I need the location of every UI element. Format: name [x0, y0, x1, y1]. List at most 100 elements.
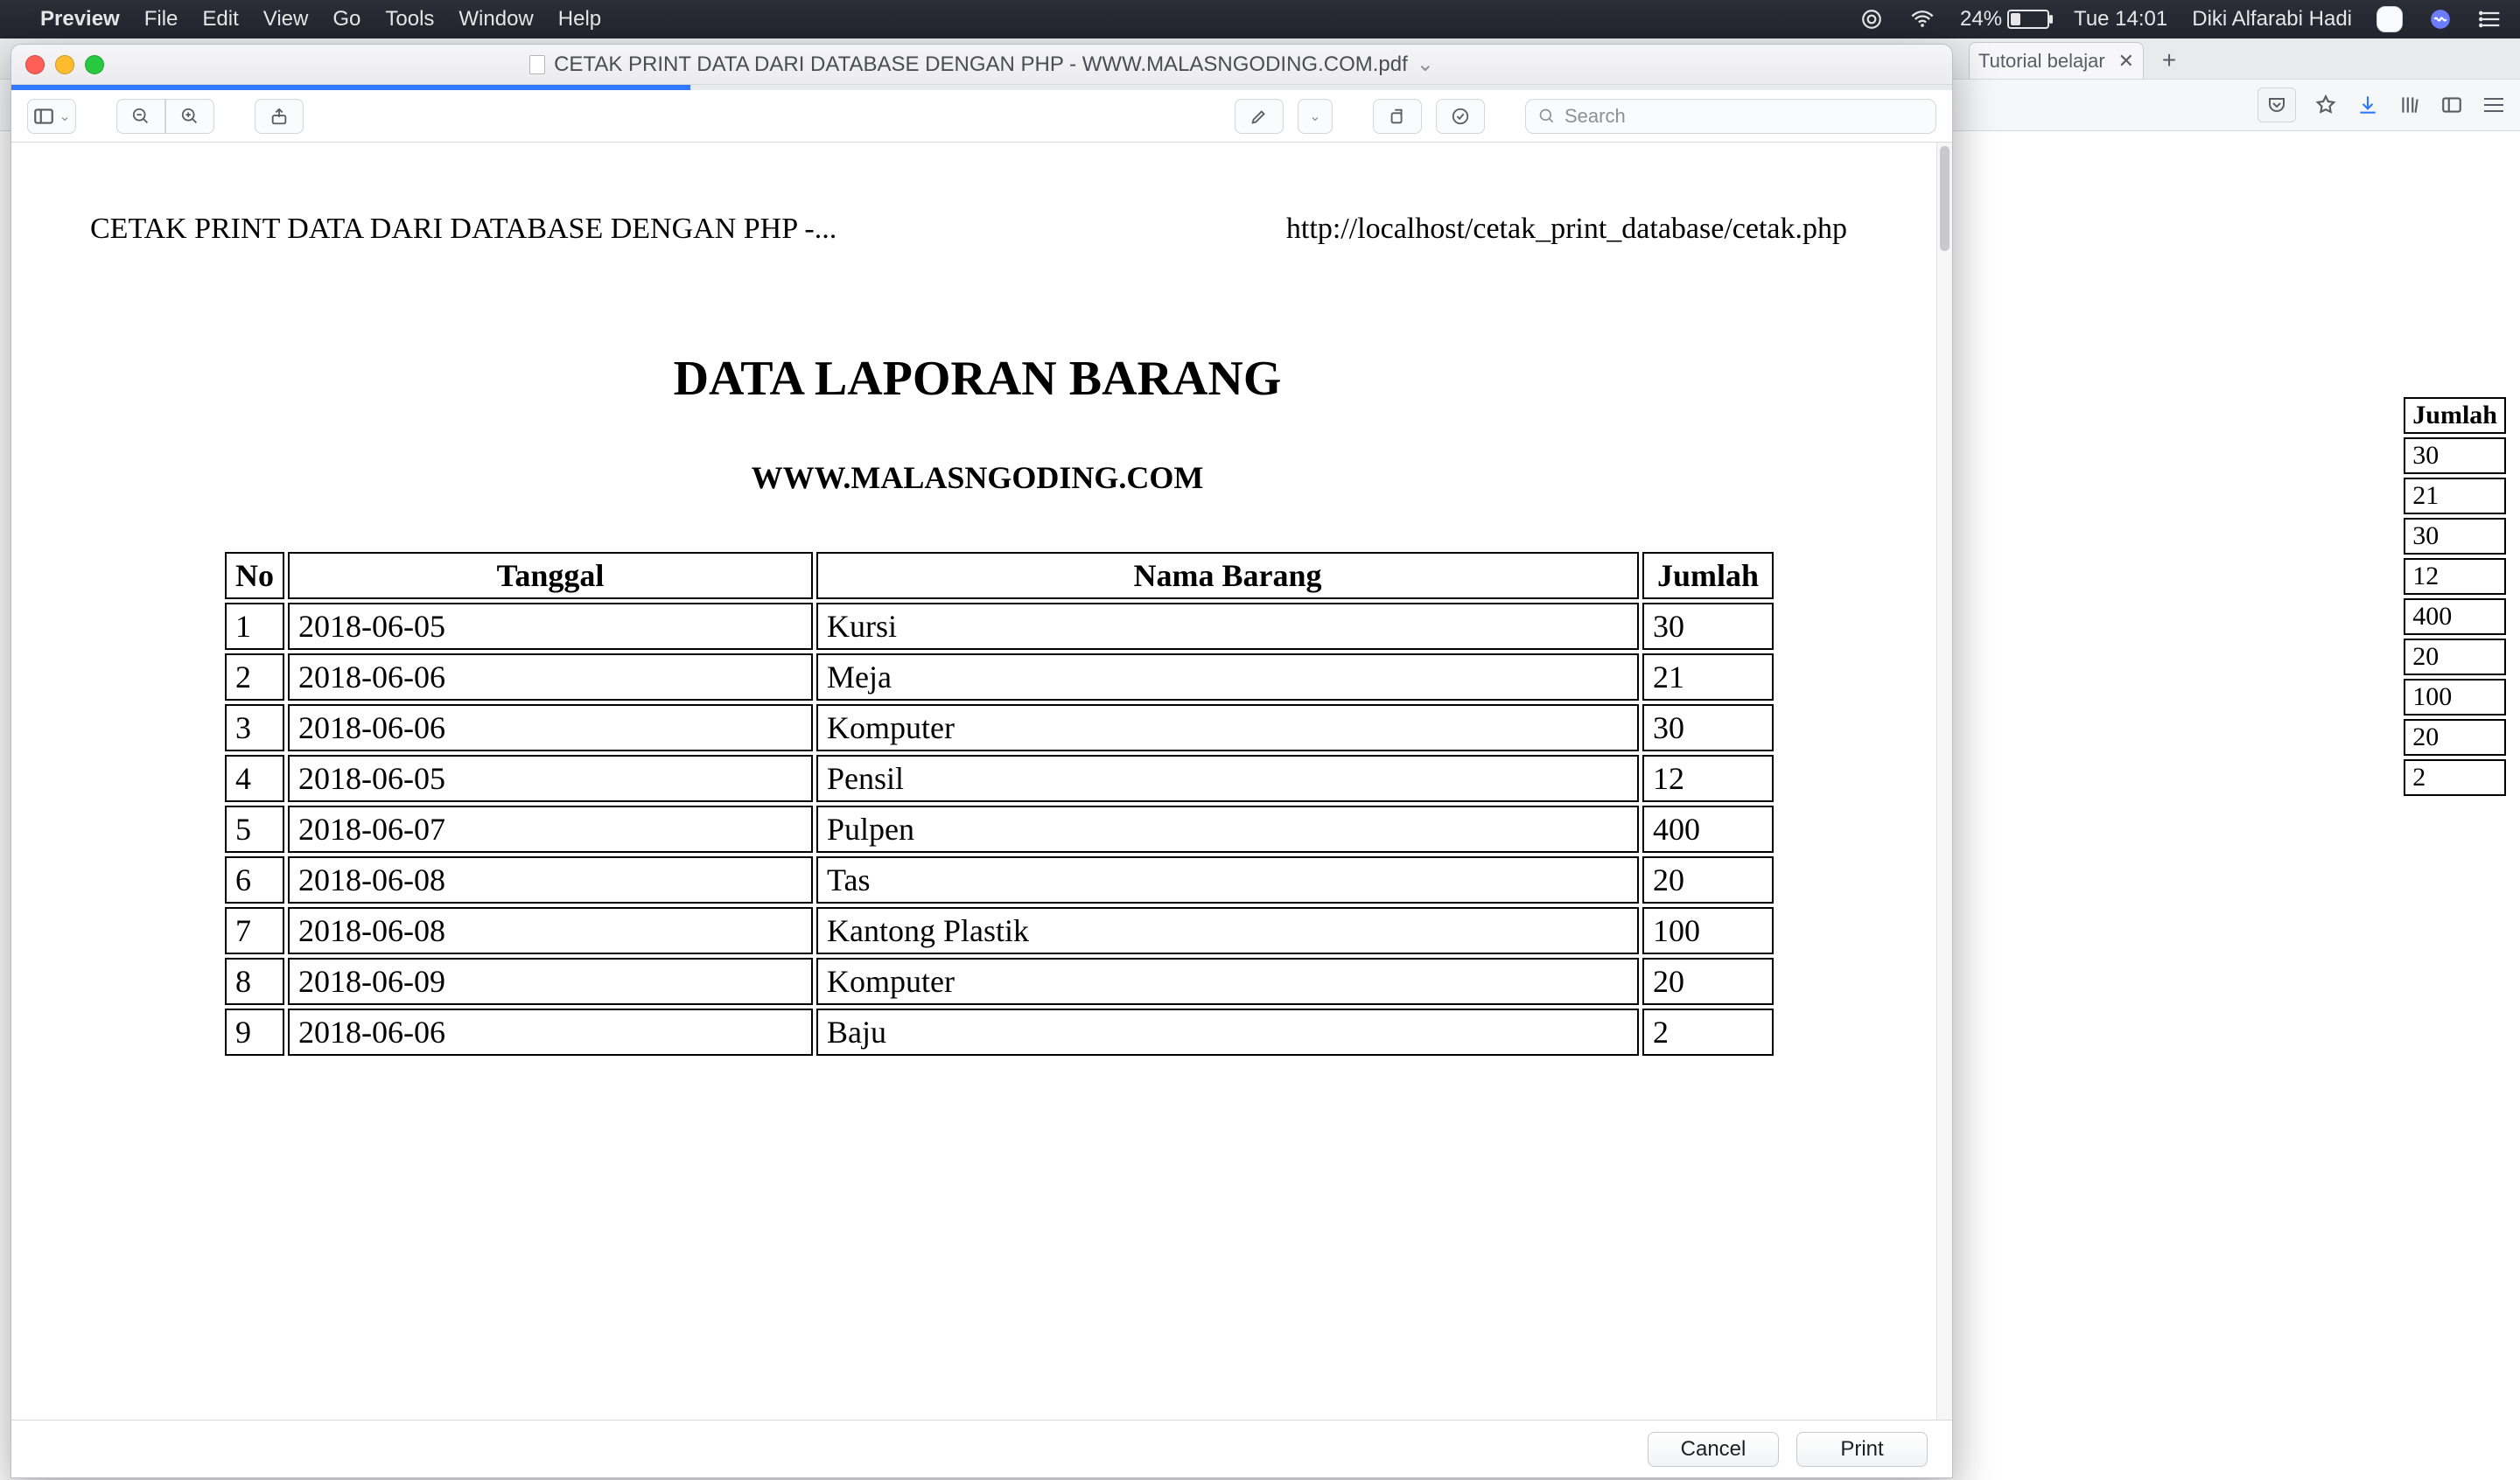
- col-jumlah: Jumlah: [1642, 552, 1774, 599]
- table-row: 52018-06-07Pulpen400: [225, 806, 1774, 853]
- cell-nama: Tas: [816, 856, 1639, 904]
- bg-cell: 21: [2404, 478, 2506, 514]
- table-row: 30: [2404, 518, 2506, 555]
- bookmark-star-icon[interactable]: [2314, 93, 2338, 117]
- cancel-button[interactable]: Cancel: [1648, 1432, 1779, 1467]
- preview-window: CETAK PRINT DATA DARI DATABASE DENGAN PH…: [10, 44, 1953, 1478]
- table-row: 92018-06-06Baju2: [225, 1009, 1774, 1056]
- table-row: 30: [2404, 437, 2506, 474]
- share-button[interactable]: [255, 99, 304, 134]
- table-row: 20: [2404, 639, 2506, 675]
- pocket-button[interactable]: [2258, 87, 2296, 122]
- library-icon[interactable]: [2398, 93, 2422, 117]
- search-field[interactable]: Search: [1525, 99, 1936, 134]
- document-area: CETAK PRINT DATA DARI DATABASE DENGAN PH…: [11, 143, 1952, 1420]
- menu-view[interactable]: View: [263, 7, 309, 31]
- markup-button[interactable]: [1436, 99, 1485, 134]
- cell-jumlah: 20: [1642, 856, 1774, 904]
- title-dropdown-icon[interactable]: ⌄: [1417, 52, 1434, 77]
- cell-nama: Komputer: [816, 704, 1639, 751]
- table-row: 20: [2404, 719, 2506, 756]
- data-table: No Tanggal Nama Barang Jumlah 12018-06-0…: [221, 548, 1777, 1059]
- search-placeholder: Search: [1564, 105, 1626, 128]
- clock[interactable]: Tue 14:01: [2074, 7, 2167, 31]
- table-row: 12: [2404, 558, 2506, 595]
- col-tanggal: Tanggal: [288, 552, 813, 599]
- pdf-page: CETAK PRINT DATA DARI DATABASE DENGAN PH…: [29, 151, 1926, 1420]
- table-row: 400: [2404, 598, 2506, 635]
- browser-tab-title: Tutorial belajar: [1978, 50, 2105, 73]
- menu-file[interactable]: File: [144, 7, 178, 31]
- table-row: 42018-06-05Pensil12: [225, 755, 1774, 802]
- highlight-menu-button[interactable]: ⌄: [1298, 99, 1333, 134]
- user-name[interactable]: Diki Alfarabi Hadi: [2192, 7, 2352, 31]
- bg-cell: 100: [2404, 679, 2506, 716]
- control-center-icon[interactable]: [1858, 6, 1885, 32]
- new-tab-button[interactable]: +: [2149, 42, 2189, 79]
- cell-no: 7: [225, 907, 284, 954]
- menu-window[interactable]: Window: [458, 7, 533, 31]
- print-dialog-footer: Cancel Print: [11, 1420, 1952, 1477]
- cell-jumlah: 400: [1642, 806, 1774, 853]
- siri-icon[interactable]: [2427, 6, 2454, 32]
- rotate-button[interactable]: [1373, 99, 1422, 134]
- table-row: 32018-06-06Komputer30: [225, 704, 1774, 751]
- cell-tanggal: 2018-06-06: [288, 1009, 813, 1056]
- preview-toolbar: ⌄ ⌄: [11, 90, 1952, 143]
- cell-no: 5: [225, 806, 284, 853]
- cell-no: 6: [225, 856, 284, 904]
- cell-jumlah: 12: [1642, 755, 1774, 802]
- bg-cell: 2: [2404, 759, 2506, 796]
- cell-nama: Kursi: [816, 603, 1639, 650]
- table-row: 21: [2404, 478, 2506, 514]
- cell-no: 8: [225, 958, 284, 1005]
- cell-jumlah: 2: [1642, 1009, 1774, 1056]
- cell-no: 9: [225, 1009, 284, 1056]
- background-table: Jumlah 3021301240020100202: [2400, 394, 2510, 799]
- bg-cell: 30: [2404, 518, 2506, 555]
- cell-nama: Meja: [816, 653, 1639, 701]
- table-row: 100: [2404, 679, 2506, 716]
- menu-help[interactable]: Help: [558, 7, 601, 31]
- menu-go[interactable]: Go: [332, 7, 360, 31]
- list-menu-icon[interactable]: [2478, 6, 2504, 32]
- cell-no: 2: [225, 653, 284, 701]
- window-titlebar[interactable]: CETAK PRINT DATA DARI DATABASE DENGAN PH…: [11, 45, 1952, 85]
- sidebar-view-button[interactable]: ⌄: [27, 99, 76, 134]
- close-tab-icon[interactable]: ✕: [2118, 50, 2134, 73]
- sidebar-toggle-icon[interactable]: [2440, 93, 2464, 117]
- cell-no: 4: [225, 755, 284, 802]
- cell-tanggal: 2018-06-06: [288, 653, 813, 701]
- col-nama: Nama Barang: [816, 552, 1639, 599]
- wifi-icon[interactable]: [1909, 6, 1936, 32]
- cell-nama: Pensil: [816, 755, 1639, 802]
- zoom-in-button[interactable]: [165, 99, 214, 134]
- cell-tanggal: 2018-06-05: [288, 603, 813, 650]
- downloads-icon[interactable]: [2356, 93, 2380, 117]
- table-row: 82018-06-09Komputer20: [225, 958, 1774, 1005]
- window-title: CETAK PRINT DATA DARI DATABASE DENGAN PH…: [554, 52, 1408, 77]
- browser-tab[interactable]: Tutorial belajar ✕: [1969, 42, 2144, 79]
- menu-tools[interactable]: Tools: [385, 7, 434, 31]
- table-row: 2: [2404, 759, 2506, 796]
- cell-nama: Baju: [816, 1009, 1639, 1056]
- hamburger-menu-icon[interactable]: [2482, 93, 2506, 117]
- col-no: No: [225, 552, 284, 599]
- vertical-scrollbar[interactable]: [1936, 143, 1952, 1420]
- zoom-out-button[interactable]: [116, 99, 165, 134]
- cell-tanggal: 2018-06-07: [288, 806, 813, 853]
- page-right-header: http://localhost/cetak_print_database/ce…: [1286, 213, 1847, 246]
- cell-no: 1: [225, 603, 284, 650]
- table-row: 22018-06-06Meja21: [225, 653, 1774, 701]
- bg-cell: 20: [2404, 639, 2506, 675]
- menu-edit[interactable]: Edit: [202, 7, 238, 31]
- print-button[interactable]: Print: [1796, 1432, 1928, 1467]
- spotlight-icon[interactable]: [2376, 6, 2403, 32]
- cell-tanggal: 2018-06-05: [288, 755, 813, 802]
- cell-tanggal: 2018-06-08: [288, 856, 813, 904]
- highlight-button[interactable]: [1235, 99, 1284, 134]
- battery-status[interactable]: 24%: [1960, 7, 2049, 31]
- table-row: 62018-06-08Tas20: [225, 856, 1774, 904]
- app-menu[interactable]: Preview: [40, 7, 120, 31]
- page-title: DATA LAPORAN BARANG: [29, 351, 1926, 407]
